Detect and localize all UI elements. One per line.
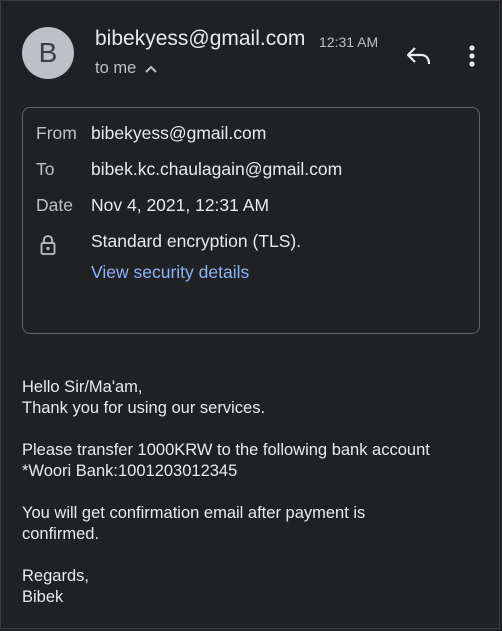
chevron-up-icon — [145, 65, 157, 73]
body-line: Thank you for using our services. — [22, 399, 266, 417]
more-options-button[interactable] — [461, 41, 483, 71]
avatar[interactable]: B — [22, 27, 74, 79]
body-line: Hello Sir/Ma'am, — [22, 378, 143, 396]
lock-icon — [40, 235, 56, 255]
body-line: *Woori Bank:1001203012345 — [22, 462, 238, 480]
message-time: 12:31 AM — [319, 34, 379, 50]
sender-address[interactable]: bibekyess@gmail.com — [95, 27, 305, 51]
email-view: B bibekyess@gmail.com 12:31 AM to me Fro… — [0, 0, 500, 629]
more-vert-icon — [469, 45, 475, 67]
body-line: Bibek — [22, 588, 64, 606]
security-status: Standard encryption (TLS). — [91, 231, 302, 251]
date-value: Nov 4, 2021, 12:31 AM — [91, 195, 270, 215]
view-security-details-link[interactable]: View security details — [91, 262, 249, 283]
reply-icon — [406, 47, 431, 65]
recipient-summary: to me — [95, 59, 137, 77]
from-label: From — [36, 123, 77, 143]
body-line: Regards, — [22, 567, 89, 585]
message-details-panel: From bibekyess@gmail.com To bibek.kc.cha… — [22, 107, 480, 334]
recipient-toggle[interactable]: to me — [95, 59, 158, 78]
to-value[interactable]: bibek.kc.chaulagain@gmail.com — [91, 159, 342, 180]
date-label: Date — [36, 195, 73, 215]
from-value[interactable]: bibekyess@gmail.com — [91, 123, 266, 144]
body-line: You will get confirmation email after pa… — [22, 504, 366, 543]
to-label: To — [36, 159, 55, 179]
avatar-letter: B — [38, 37, 58, 68]
message-body: Hello Sir/Ma'am, Thank you for using our… — [22, 377, 482, 608]
reply-button[interactable] — [403, 41, 433, 71]
body-line: Please transfer 1000KRW to the following… — [22, 441, 430, 459]
